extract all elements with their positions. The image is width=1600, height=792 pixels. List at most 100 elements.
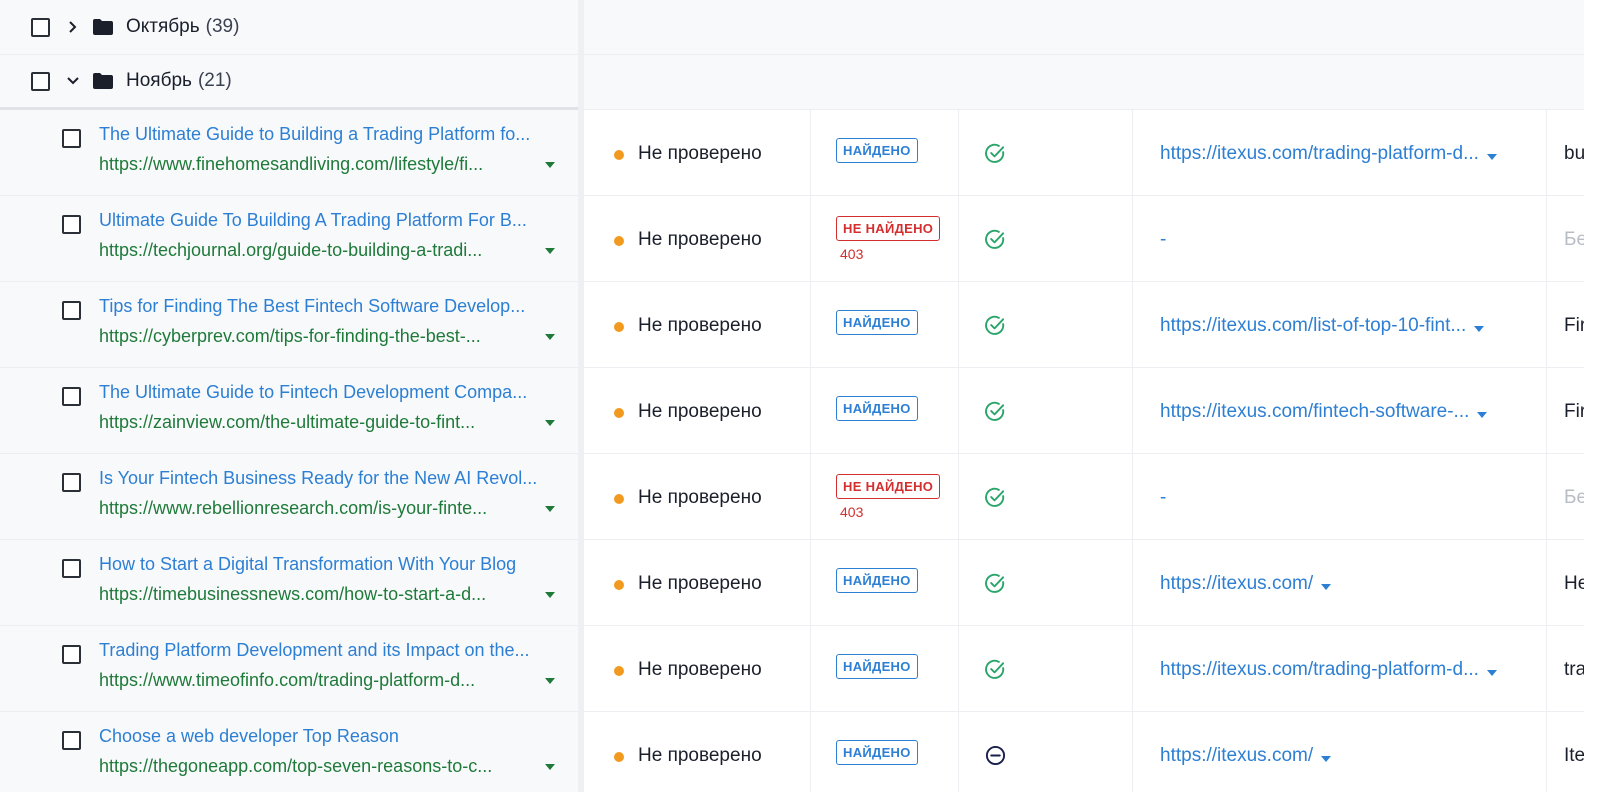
source-url-link[interactable]: https://techjournal.org/guide-to-buildin… [99,240,535,261]
folder-row-right [584,55,1584,110]
target-dropdown-caret-icon[interactable] [1321,584,1331,590]
status-dot-icon [614,752,624,762]
target-url-link[interactable]: https://itexus.com/trading-platform-d... [1160,143,1479,165]
row-checkbox[interactable] [62,731,81,750]
table-row-details: Не проверено НЕ НАЙДЕНО 403 - Бе [584,454,1584,540]
row-checkbox[interactable] [62,387,81,406]
status-dot-icon [614,580,624,590]
column-divider [1132,282,1133,367]
column-divider [1546,282,1547,367]
table-row[interactable]: Trading Platform Development and its Imp… [0,626,578,712]
source-url-link[interactable]: https://www.finehomesandliving.com/lifes… [99,154,535,175]
url-dropdown-caret-icon[interactable] [545,162,555,168]
url-dropdown-caret-icon[interactable] [545,592,555,598]
source-url-link[interactable]: https://www.rebellionresearch.com/is-you… [99,498,535,519]
url-dropdown-caret-icon[interactable] [545,420,555,426]
check-circle-icon [985,573,1006,594]
column-divider [1546,712,1547,792]
link-status-badge: НЕ НАЙДЕНО [836,474,941,499]
column-divider [958,196,959,281]
target-url-link[interactable]: https://itexus.com/trading-platform-d... [1160,659,1479,681]
table-row-details: Не проверено НАЙДЕНО https://itexus.com/He [584,540,1584,626]
target-url-link[interactable]: https://itexus.com/ [1160,573,1313,595]
folder-row[interactable]: Октябрь (39) [0,0,578,55]
source-url-link[interactable]: https://timebusinessnews.com/how-to-star… [99,584,535,605]
page-title-link[interactable]: Is Your Fintech Business Ready for the N… [99,468,561,489]
check-status: Не проверено [638,573,762,594]
page-title-link[interactable]: How to Start a Digital Transformation Wi… [99,554,561,575]
source-url-link[interactable]: https://www.timeofinfo.com/trading-platf… [99,670,535,691]
table-row[interactable]: Is Your Fintech Business Ready for the N… [0,454,578,540]
source-url-link[interactable]: https://thegoneapp.com/top-seven-reasons… [99,756,535,777]
folder-checkbox[interactable] [31,17,50,37]
row-checkbox[interactable] [62,301,81,320]
url-dropdown-caret-icon[interactable] [545,334,555,340]
column-divider [958,626,959,711]
check-status: Не проверено [638,401,762,422]
target-url-link[interactable]: - [1160,487,1166,509]
target-dropdown-caret-icon[interactable] [1321,756,1331,762]
column-divider [810,368,811,453]
url-dropdown-caret-icon[interactable] [545,506,555,512]
page-title-link[interactable]: Ultimate Guide To Building A Trading Pla… [99,210,561,231]
link-status-badge: НАЙДЕНО [836,396,918,421]
row-checkbox[interactable] [62,645,81,664]
column-divider [1132,712,1133,792]
anchor-text: He [1564,573,1584,594]
table-row[interactable]: Tips for Finding The Best Fintech Softwa… [0,282,578,368]
folder-name[interactable]: Октябрь [126,16,200,38]
row-checkbox[interactable] [62,129,81,148]
target-dropdown-caret-icon[interactable] [1474,326,1484,332]
folder-icon [93,19,113,35]
column-divider [810,540,811,625]
chevron-down-icon[interactable] [66,74,80,88]
table-row[interactable]: Ultimate Guide To Building A Trading Pla… [0,196,578,282]
column-divider [1132,196,1133,281]
source-url-link[interactable]: https://cyberprev.com/tips-for-finding-t… [99,326,535,347]
column-divider [958,712,959,792]
column-divider [958,368,959,453]
target-url-link[interactable]: https://itexus.com/ [1160,745,1313,767]
scrollbar-track[interactable] [1584,0,1600,792]
target-url-link[interactable]: https://itexus.com/fintech-software-... [1160,401,1469,423]
table-row[interactable]: The Ultimate Guide to Fintech Developmen… [0,368,578,454]
check-status: Не проверено [638,229,762,250]
row-checkbox[interactable] [62,215,81,234]
row-checkbox[interactable] [62,473,81,492]
anchor-text: Ite [1564,745,1584,766]
table-row[interactable]: The Ultimate Guide to Building a Trading… [0,110,578,196]
table-row[interactable]: Choose a web developer Top Reason https:/… [0,712,578,792]
url-dropdown-caret-icon[interactable] [545,248,555,254]
table-row-details: Не проверено НАЙДЕНО https://itexus.com/It… [584,712,1584,792]
url-dropdown-caret-icon[interactable] [545,764,555,770]
check-circle-icon [985,143,1006,164]
link-status-badge: НАЙДЕНО [836,740,918,765]
target-dropdown-caret-icon[interactable] [1487,154,1497,160]
page-title-link[interactable]: Trading Platform Development and its Imp… [99,640,561,661]
link-status-badge: НАЙДЕНО [836,654,918,679]
page-title-link[interactable]: The Ultimate Guide to Building a Trading… [99,124,561,145]
folder-checkbox[interactable] [31,71,50,91]
chevron-right-icon[interactable] [66,20,80,34]
folder-name[interactable]: Ноябрь [126,70,192,92]
table-row-details: Не проверено НАЙДЕНО https://itexus.com/tr… [584,110,1584,196]
folder-row[interactable]: Ноябрь (21) [0,55,578,110]
target-dropdown-caret-icon[interactable] [1487,670,1497,676]
check-circle-icon [985,487,1006,508]
table-row-details: Не проверено НЕ НАЙДЕНО 403 - Бе [584,196,1584,282]
row-checkbox[interactable] [62,559,81,578]
folder-row-right [584,0,1584,55]
url-dropdown-caret-icon[interactable] [545,678,555,684]
table-row-details: Не проверено НАЙДЕНО https://itexus.com/fi… [584,368,1584,454]
page-title-link[interactable]: Tips for Finding The Best Fintech Softwa… [99,296,561,317]
target-url-link[interactable]: - [1160,229,1166,251]
check-status: Не проверено [638,745,762,766]
column-divider [1132,368,1133,453]
source-url-link[interactable]: https://zainview.com/the-ultimate-guide-… [99,412,535,433]
target-dropdown-caret-icon[interactable] [1477,412,1487,418]
check-status: Не проверено [638,487,762,508]
target-url-link[interactable]: https://itexus.com/list-of-top-10-fint..… [1160,315,1466,337]
page-title-link[interactable]: Choose a web developer Top Reason [99,726,561,747]
table-row[interactable]: How to Start a Digital Transformation Wi… [0,540,578,626]
page-title-link[interactable]: The Ultimate Guide to Fintech Developmen… [99,382,561,403]
